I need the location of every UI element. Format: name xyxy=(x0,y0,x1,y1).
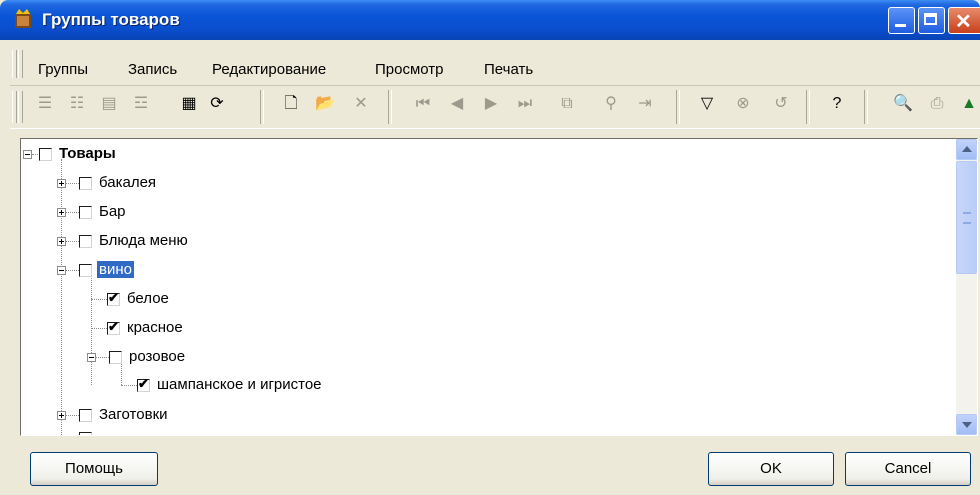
print-preview-icon[interactable]: 🔍 xyxy=(892,93,914,115)
ok-button[interactable]: OK xyxy=(708,452,834,486)
dialog-window: Группы товаров ✕ Группы Запись Редактиро… xyxy=(0,0,980,495)
tree-node-label[interactable]: розовое xyxy=(129,348,185,365)
toolbar-grip xyxy=(12,91,17,123)
minimize-button[interactable] xyxy=(888,7,915,34)
new-record-icon[interactable]: 🗋 xyxy=(280,93,302,115)
node-checkbox[interactable] xyxy=(107,290,120,306)
tree-connector xyxy=(61,159,62,435)
group-add-child-icon[interactable]: ☷ xyxy=(66,93,88,115)
first-record-icon[interactable]: ⏮ xyxy=(412,93,434,115)
delete-record-icon[interactable]: ✕ xyxy=(350,93,372,115)
print-icon[interactable]: ⎙ xyxy=(926,93,948,115)
app-icon xyxy=(15,9,31,28)
next-record-icon[interactable]: ▶ xyxy=(480,93,502,115)
help-button[interactable]: Помощь xyxy=(30,452,158,486)
toolbar-separator xyxy=(260,90,264,124)
groups-tree[interactable]: Товары бакалея Бар Блюда меню вино белое… xyxy=(20,138,978,436)
tree-node-label[interactable]: вино xyxy=(97,261,134,278)
tree-node-label[interactable]: Блюда меню xyxy=(99,232,188,249)
menu-edit[interactable]: Редактирование xyxy=(212,61,326,78)
expand-icon[interactable] xyxy=(57,411,66,420)
export-icon[interactable]: ▲ xyxy=(958,93,980,115)
close-icon: ✕ xyxy=(955,11,972,33)
toolbar-grip xyxy=(18,91,23,123)
node-checkbox[interactable] xyxy=(107,319,120,335)
toolbar-separator xyxy=(676,90,680,124)
scroll-thumb[interactable] xyxy=(956,161,977,274)
copy-icon[interactable]: ⧉ xyxy=(556,93,578,115)
close-button[interactable]: ✕ xyxy=(948,7,980,34)
toolbar-border xyxy=(10,85,980,86)
expand-icon[interactable] xyxy=(57,208,66,217)
tree-node-label[interactable]: Бар xyxy=(99,203,126,220)
scroll-up-button[interactable] xyxy=(956,139,977,160)
tree-connector xyxy=(32,154,38,155)
toolbar-separator xyxy=(864,90,868,124)
menu-view[interactable]: Просмотр xyxy=(375,61,444,78)
menu-print[interactable]: Печать xyxy=(484,61,533,78)
refresh-icon[interactable]: ⟳ xyxy=(206,93,228,115)
vertical-scrollbar[interactable] xyxy=(956,139,977,435)
collapse-icon[interactable] xyxy=(87,353,96,362)
tree-connector xyxy=(121,362,122,385)
toolbar-border xyxy=(10,128,980,129)
title-bar[interactable]: Группы товаров ✕ xyxy=(0,0,980,40)
tree-connector xyxy=(91,275,92,385)
node-checkbox[interactable] xyxy=(79,409,92,422)
group-delete-icon[interactable]: ☲ xyxy=(130,93,152,115)
filter-icon[interactable]: ▽ xyxy=(696,93,718,115)
menu-groups[interactable]: Группы xyxy=(38,61,88,78)
tree-node-label[interactable]: Заготовки xyxy=(99,406,168,423)
tree-connector xyxy=(91,328,107,329)
tree-node-label[interactable]: шампанское и игристое xyxy=(157,376,322,393)
node-checkbox[interactable] xyxy=(137,376,150,392)
prev-record-icon[interactable]: ◀ xyxy=(446,93,468,115)
scroll-down-button[interactable] xyxy=(956,414,977,435)
menubar-grip xyxy=(18,50,23,78)
expand-icon[interactable] xyxy=(57,179,66,188)
node-checkbox[interactable] xyxy=(39,148,52,161)
maximize-button[interactable] xyxy=(918,7,945,34)
node-checkbox[interactable] xyxy=(79,177,92,190)
node-checkbox[interactable] xyxy=(79,264,92,277)
group-copy-icon[interactable]: ▤ xyxy=(98,93,120,115)
collapse-icon[interactable] xyxy=(57,266,66,275)
last-record-icon[interactable]: ⏭ xyxy=(514,93,536,115)
tree-connector xyxy=(121,385,137,386)
find-icon[interactable]: ⚲ xyxy=(600,93,622,115)
tree-root-label[interactable]: Товары xyxy=(59,145,116,162)
node-checkbox[interactable] xyxy=(109,351,122,364)
undo-icon[interactable]: ↺ xyxy=(770,93,792,115)
toolbar-separator xyxy=(388,90,392,124)
clear-filter-icon[interactable]: ⊗ xyxy=(732,93,754,115)
window-title: Группы товаров xyxy=(42,10,180,29)
group-add-icon[interactable]: ☰ xyxy=(34,93,56,115)
tree-node-label[interactable]: красное xyxy=(127,319,183,336)
tree-connector xyxy=(91,299,107,300)
tree-node-label[interactable]: бакалея xyxy=(99,174,156,191)
find-next-icon[interactable]: ⇥ xyxy=(634,93,656,115)
menu-record[interactable]: Запись xyxy=(128,61,177,78)
cancel-button[interactable]: Cancel xyxy=(845,452,971,486)
node-checkbox[interactable] xyxy=(79,432,92,435)
toolbar-separator xyxy=(806,90,810,124)
group-move-icon[interactable]: ▦ xyxy=(178,93,200,115)
collapse-icon[interactable] xyxy=(23,150,32,159)
open-folder-icon[interactable]: 📂 xyxy=(314,93,336,115)
menubar-grip xyxy=(12,50,17,78)
help-icon[interactable]: ? xyxy=(826,93,848,115)
node-checkbox[interactable] xyxy=(79,206,92,219)
tree-node-label[interactable]: белое xyxy=(127,290,169,307)
expand-icon[interactable] xyxy=(57,237,66,246)
node-checkbox[interactable] xyxy=(79,235,92,248)
